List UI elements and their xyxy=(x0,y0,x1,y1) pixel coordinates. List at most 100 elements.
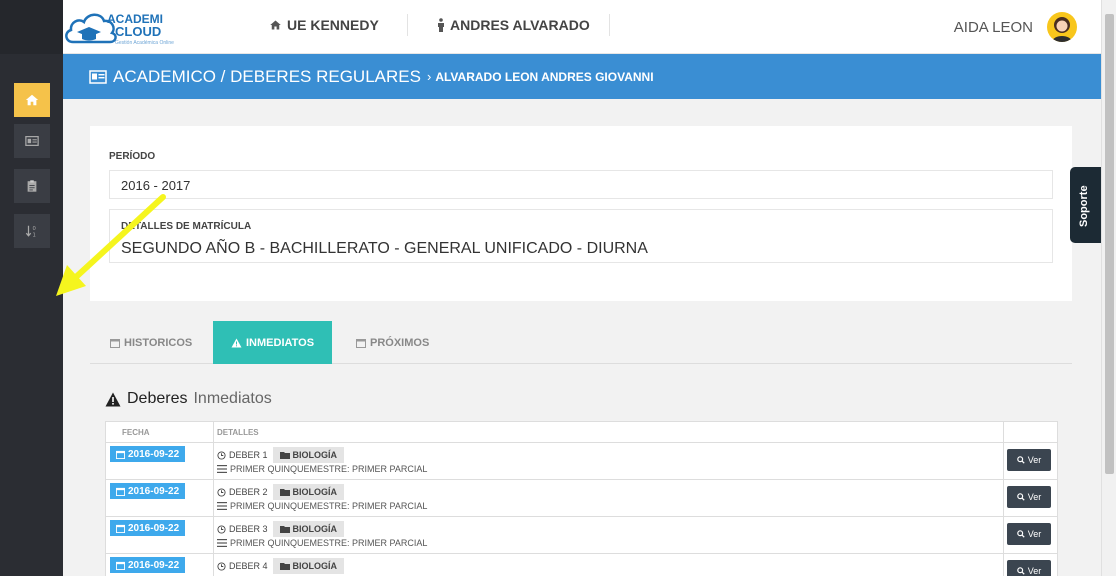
clock-icon xyxy=(217,487,226,497)
row-date: 2016-09-22 xyxy=(128,448,180,460)
page-student-name: ALVARADO LEON ANDRES GIOVANNI xyxy=(435,69,654,84)
period-name: PRIMER QUINQUEMESTRE: PRIMER PARCIAL xyxy=(230,501,428,511)
calendar-icon xyxy=(110,338,120,348)
school-name: UE KENNEDY xyxy=(287,17,379,33)
svg-text:0: 0 xyxy=(32,226,35,232)
subject-name: BIOLOGÍA xyxy=(292,487,338,497)
id-card-icon xyxy=(25,136,39,146)
calendar-icon xyxy=(116,487,125,496)
sidebar-item-academico[interactable] xyxy=(14,124,50,158)
section-title-main: Deberes xyxy=(127,390,188,407)
row-deber: DEBER 2 BIOLOGÍA xyxy=(217,484,345,500)
calendar-icon xyxy=(116,450,125,459)
table-header: FECHA DETALLES xyxy=(106,422,1057,443)
row-period: PRIMER QUINQUEMESTRE: PRIMER PARCIAL xyxy=(217,538,427,548)
date-badge: 2016-09-22 xyxy=(110,520,186,536)
ver-label: Ver xyxy=(1027,492,1042,502)
tab-inmediatos[interactable]: INMEDIATOS xyxy=(213,321,333,364)
date-badge: 2016-09-22 xyxy=(110,483,186,499)
row-period: PRIMER QUINQUEMESTRE: PRIMER PARCIAL xyxy=(217,501,427,511)
row-date: 2016-09-22 xyxy=(128,522,180,534)
ver-button[interactable]: Ver xyxy=(1007,486,1051,508)
table-row: 2016-09-22 DEBER 4 BIOLOGÍA Ver xyxy=(106,554,1057,576)
tab-label: HISTORICOS xyxy=(124,336,193,349)
id-card-icon xyxy=(89,69,107,84)
subject-name: BIOLOGÍA xyxy=(292,450,338,460)
sidebar-item-home[interactable] xyxy=(14,83,50,117)
top-header: ACADEMI CLOUD Gestión Académica Online U… xyxy=(63,0,1101,54)
row-deber: DEBER 3 BIOLOGÍA xyxy=(217,521,345,537)
student-name: ANDRES ALVARADO xyxy=(450,17,590,33)
search-icon xyxy=(1016,530,1025,538)
matricula-label: DETALLES DE MATRÍCULA xyxy=(121,221,252,232)
deberes-tabs: HISTORICOS INMEDIATOS PRÓXIMOS xyxy=(90,321,1072,364)
academicloud-logo[interactable]: ACADEMI CLOUD Gestión Académica Online xyxy=(63,4,174,50)
clock-icon xyxy=(217,524,226,534)
table-row: 2016-09-22 DEBER 2 BIOLOGÍA PRIMER QUINQ… xyxy=(106,480,1057,517)
page-scrollbar[interactable] xyxy=(1101,0,1116,576)
row-deber: DEBER 4 BIOLOGÍA xyxy=(217,558,345,574)
support-tab[interactable]: Soporte xyxy=(1070,167,1101,243)
matricula-field: DETALLES DE MATRÍCULA SEGUNDO AÑO B - BA… xyxy=(109,209,1053,263)
ver-button[interactable]: Ver xyxy=(1007,523,1051,545)
logo-tagline: Gestión Académica Online xyxy=(115,40,174,46)
sort-numeric-icon: 01 xyxy=(25,225,36,238)
tab-proximos[interactable]: PRÓXIMOS xyxy=(346,321,439,364)
school-link[interactable]: UE KENNEDY xyxy=(269,17,379,33)
male-user-icon xyxy=(438,18,444,32)
sidebar-top xyxy=(0,0,63,54)
periodo-field[interactable]: 2016 - 2017 xyxy=(109,170,1053,199)
support-label: Soporte xyxy=(1078,185,1090,227)
sidebar: 01 xyxy=(0,0,63,576)
period-name: PRIMER QUINQUEMESTRE: PRIMER PARCIAL xyxy=(230,538,428,548)
ver-button[interactable]: Ver xyxy=(1007,449,1051,471)
subject-name: BIOLOGÍA xyxy=(292,524,338,534)
deberes-table: FECHA DETALLES 2016-09-22 DEBER 1 BIOLOG… xyxy=(105,421,1058,576)
folder-icon xyxy=(279,489,290,496)
calendar-icon xyxy=(116,561,125,570)
avatar[interactable] xyxy=(1047,12,1077,42)
subject-name: BIOLOGÍA xyxy=(292,561,338,571)
subject-tag: BIOLOGÍA xyxy=(272,558,345,574)
ver-label: Ver xyxy=(1027,455,1042,465)
search-icon xyxy=(1016,567,1025,575)
home-icon xyxy=(270,20,281,30)
header-divider xyxy=(407,14,408,36)
row-period: PRIMER QUINQUEMESTRE: PRIMER PARCIAL xyxy=(217,464,427,474)
user-name[interactable]: AIDA LEON xyxy=(954,19,1033,36)
sidebar-item-calificaciones[interactable]: 01 xyxy=(14,214,50,248)
user-avatar-icon xyxy=(1052,17,1072,42)
row-deber: DEBER 1 BIOLOGÍA xyxy=(217,447,345,463)
subject-tag: BIOLOGÍA xyxy=(272,484,345,500)
matricula-value: SEGUNDO AÑO B - BACHILLERATO - GENERAL U… xyxy=(121,240,648,257)
tab-label: PRÓXIMOS xyxy=(370,336,430,349)
enrollment-panel: PERÍODO 2016 - 2017 DETALLES DE MATRÍCUL… xyxy=(90,126,1072,301)
date-badge: 2016-09-22 xyxy=(110,446,186,462)
ver-label: Ver xyxy=(1027,566,1042,576)
sidebar-item-tareas[interactable] xyxy=(14,169,50,203)
svg-text:1: 1 xyxy=(32,232,35,238)
folder-icon xyxy=(279,452,290,459)
deber-name: DEBER 1 xyxy=(229,450,268,460)
ver-label: Ver xyxy=(1027,529,1042,539)
breadcrumb-separator: › xyxy=(426,69,432,84)
section-title: Deberes Inmediatos xyxy=(105,390,272,408)
deber-name: DEBER 2 xyxy=(229,487,268,497)
table-row: 2016-09-22 DEBER 3 BIOLOGÍA PRIMER QUINQ… xyxy=(106,517,1057,554)
folder-icon xyxy=(279,563,290,570)
calendar-icon xyxy=(116,524,125,533)
warning-icon xyxy=(231,338,242,347)
student-link[interactable]: ANDRES ALVARADO xyxy=(437,17,590,33)
tab-historicos[interactable]: HISTORICOS xyxy=(100,321,202,364)
row-date: 2016-09-22 xyxy=(128,485,180,497)
header-divider xyxy=(609,14,610,36)
page-title-bar: ACADEMICO / DEBERES REGULARES › ALVARADO… xyxy=(63,54,1101,99)
scrollbar-thumb[interactable] xyxy=(1105,14,1114,474)
subject-tag: BIOLOGÍA xyxy=(272,521,345,537)
ver-button[interactable]: Ver xyxy=(1007,560,1051,576)
list-icon xyxy=(217,539,227,547)
warning-icon xyxy=(105,392,121,406)
search-icon xyxy=(1016,456,1025,464)
breadcrumb: ACADEMICO / DEBERES REGULARES xyxy=(113,66,421,86)
deber-name: DEBER 4 xyxy=(229,561,268,571)
